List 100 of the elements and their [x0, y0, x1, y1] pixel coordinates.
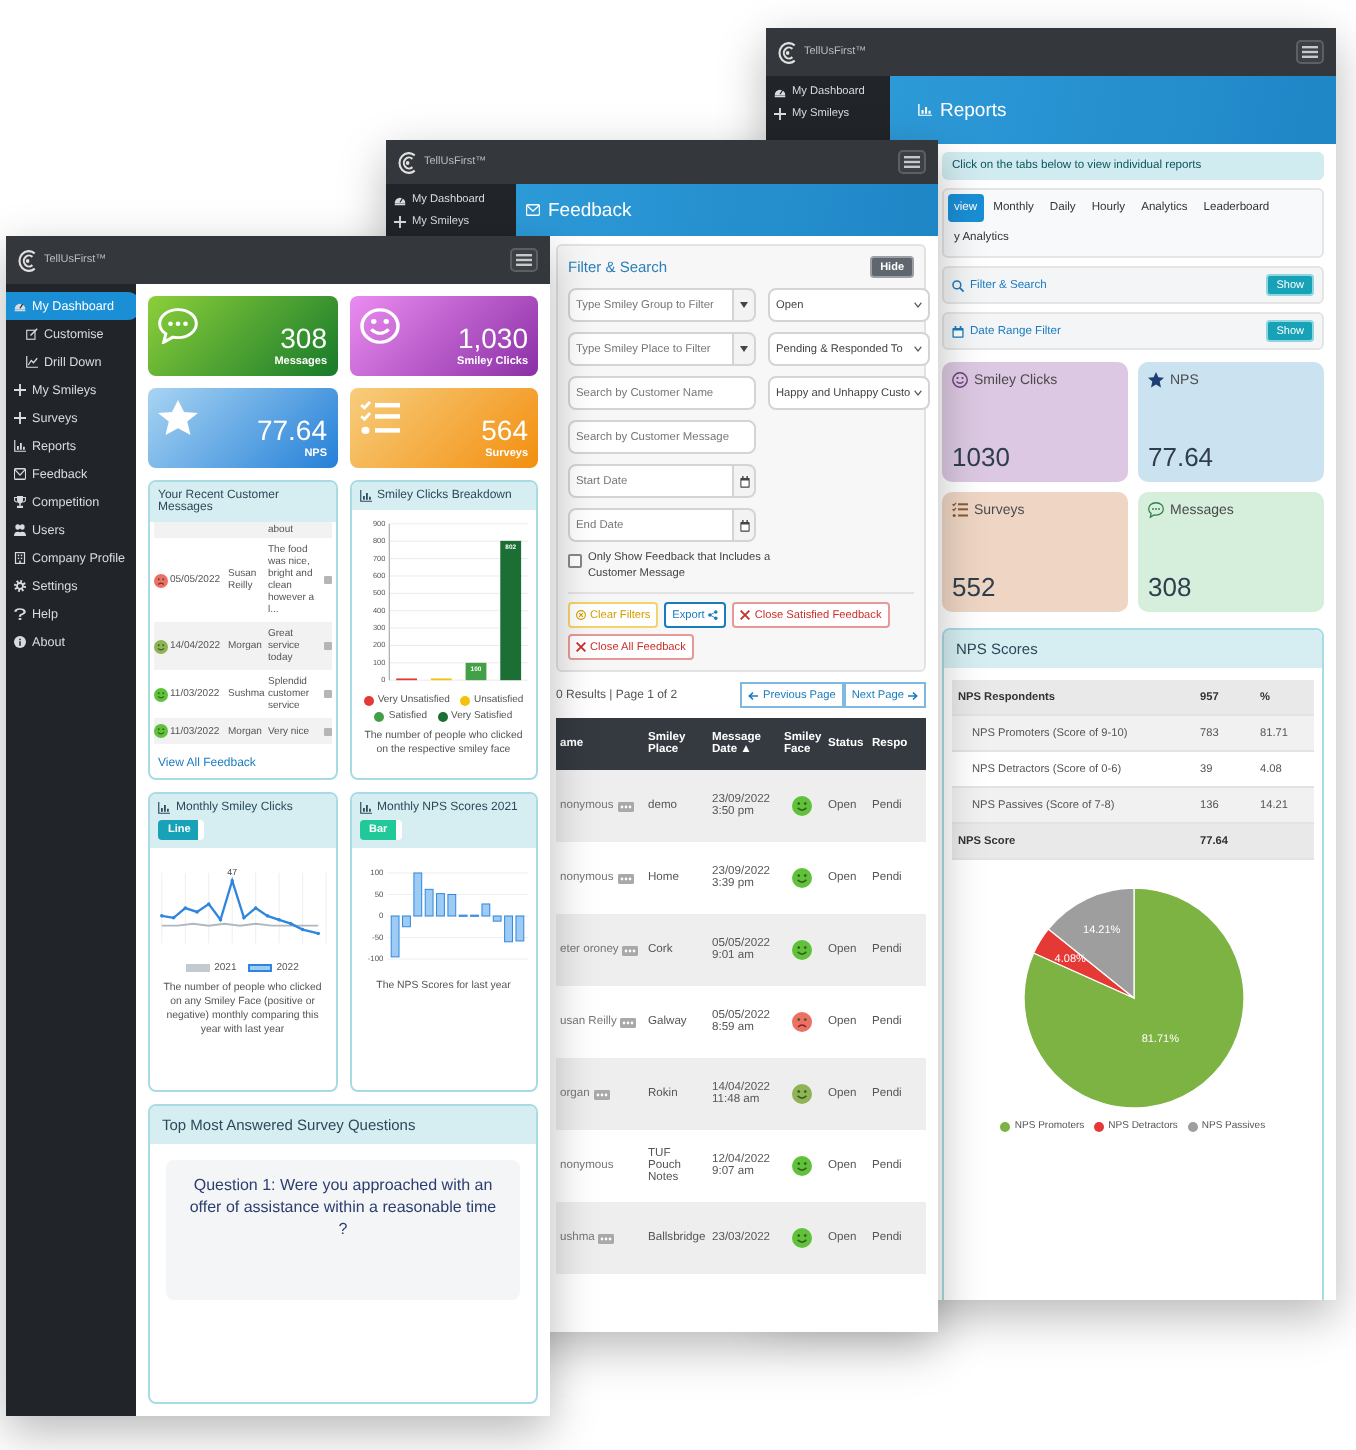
- legend-dot-icon: [363, 695, 374, 705]
- logo-icon: [778, 41, 796, 63]
- more-icon[interactable]: [593, 1089, 610, 1100]
- star-icon: [1148, 372, 1164, 388]
- plus-icon: [14, 384, 26, 396]
- smiley-face-icon: [792, 1228, 812, 1249]
- data-point: [289, 921, 294, 926]
- users-icon: [14, 524, 26, 536]
- gauge-icon: [14, 300, 26, 312]
- gauge-icon: [394, 193, 406, 206]
- smiley-icon: [952, 372, 968, 388]
- calendar-icon: [952, 325, 964, 337]
- card-value: 1030: [952, 442, 1012, 472]
- more-icon[interactable]: [617, 801, 634, 812]
- calendar-button[interactable]: [734, 464, 756, 498]
- gridlines: [386, 872, 529, 960]
- card-value: 308: [1148, 572, 1194, 602]
- arrow-left-icon: [748, 691, 759, 700]
- legend-dot-icon: [374, 711, 385, 721]
- question-icon: [14, 608, 26, 620]
- search-icon: [952, 279, 964, 291]
- data-point: [230, 878, 235, 883]
- smiley-face-icon: [154, 639, 168, 653]
- smiley-face-icon: [792, 1012, 812, 1033]
- smiley-face-icon: [792, 940, 812, 961]
- stat-value: 1,030: [457, 324, 528, 352]
- more-icon[interactable]: [617, 873, 634, 884]
- card-value: 552: [952, 572, 998, 602]
- smiley-face-icon: [792, 1084, 812, 1105]
- calendar-button[interactable]: [734, 508, 756, 542]
- more-icon[interactable]: [622, 945, 639, 956]
- star-icon: [158, 400, 198, 436]
- dropdown-button[interactable]: [734, 288, 756, 322]
- smiley-face-icon: [154, 724, 168, 738]
- logo-icon: [398, 151, 416, 173]
- bar: [499, 540, 521, 681]
- smiley-face-icon: [792, 796, 812, 817]
- arrow-right-icon: [908, 691, 918, 700]
- trophy-icon: [14, 496, 26, 508]
- bar-chart-icon: [14, 440, 26, 452]
- settings-icon: [14, 580, 26, 592]
- square-icon[interactable]: [323, 576, 331, 584]
- edit-icon: [26, 328, 38, 340]
- menu-icon[interactable]: [898, 150, 926, 174]
- legend-dot-icon: [1000, 1121, 1011, 1131]
- plus-icon: [774, 107, 786, 120]
- page-title: Reports: [940, 99, 1007, 121]
- close-icon: [740, 610, 751, 621]
- legend-dot-icon: [437, 711, 448, 721]
- smiley-icon: [359, 308, 399, 344]
- smiley-face-icon: [792, 868, 812, 889]
- close-icon: [576, 642, 586, 653]
- more-icon[interactable]: [620, 1017, 637, 1028]
- plus-icon: [14, 412, 26, 424]
- bar-chart-icon: [359, 802, 371, 814]
- checkbox[interactable]: [568, 554, 582, 568]
- dropdown-button[interactable]: [734, 332, 756, 366]
- line-chart-icon: [26, 356, 38, 368]
- menu-icon[interactable]: [510, 248, 538, 272]
- legend-swatch-icon: [248, 964, 273, 972]
- chevron-down-icon: [914, 390, 923, 396]
- menu-icon[interactable]: [1296, 40, 1324, 64]
- smiley-face-icon: [792, 1156, 812, 1177]
- checklist-icon: [359, 400, 399, 436]
- circle-x-icon: [576, 610, 586, 621]
- legend-dot-icon: [459, 695, 470, 705]
- calendar-icon: [739, 475, 749, 487]
- building-icon: [14, 552, 26, 564]
- square-icon[interactable]: [323, 727, 331, 735]
- checklist-icon: [952, 502, 968, 518]
- stat-value: 77.64: [256, 416, 327, 444]
- chevron-down-icon: [914, 346, 923, 352]
- caret-icon: [740, 346, 748, 352]
- card-value: 77.64: [1148, 442, 1216, 472]
- caret-icon: [740, 302, 748, 308]
- smiley-face-icon: [154, 573, 168, 587]
- logo-icon: [18, 249, 36, 271]
- square-icon[interactable]: [323, 642, 331, 650]
- envelope-icon: [526, 204, 540, 216]
- chat-bubble-icon: [1148, 502, 1164, 518]
- legend-dot-icon: [1094, 1121, 1105, 1131]
- chevron-down-icon: [914, 302, 923, 308]
- square-icon[interactable]: [323, 690, 331, 698]
- legend-dot-icon: [1187, 1121, 1198, 1131]
- bar-chart-icon: [359, 490, 371, 502]
- bar-chart-icon: [918, 104, 932, 116]
- bar-chart-icon: [158, 802, 170, 814]
- smiley-face-icon: [154, 687, 168, 701]
- plus-icon: [394, 215, 406, 228]
- share-icon: [708, 610, 719, 621]
- stat-value: 564: [481, 416, 528, 444]
- question-text: Question 1: Were you approached with an offer of assistance within a reasonable time ?: [187, 1176, 499, 1241]
- more-icon[interactable]: [598, 1233, 615, 1244]
- page-title: Feedback: [548, 199, 632, 221]
- stat-value: 308: [280, 324, 327, 352]
- gauge-icon: [774, 85, 786, 98]
- legend-swatch-icon: [186, 964, 211, 972]
- calendar-icon: [739, 519, 749, 531]
- chat-bubble-icon: [158, 308, 198, 344]
- info-icon: [14, 636, 26, 648]
